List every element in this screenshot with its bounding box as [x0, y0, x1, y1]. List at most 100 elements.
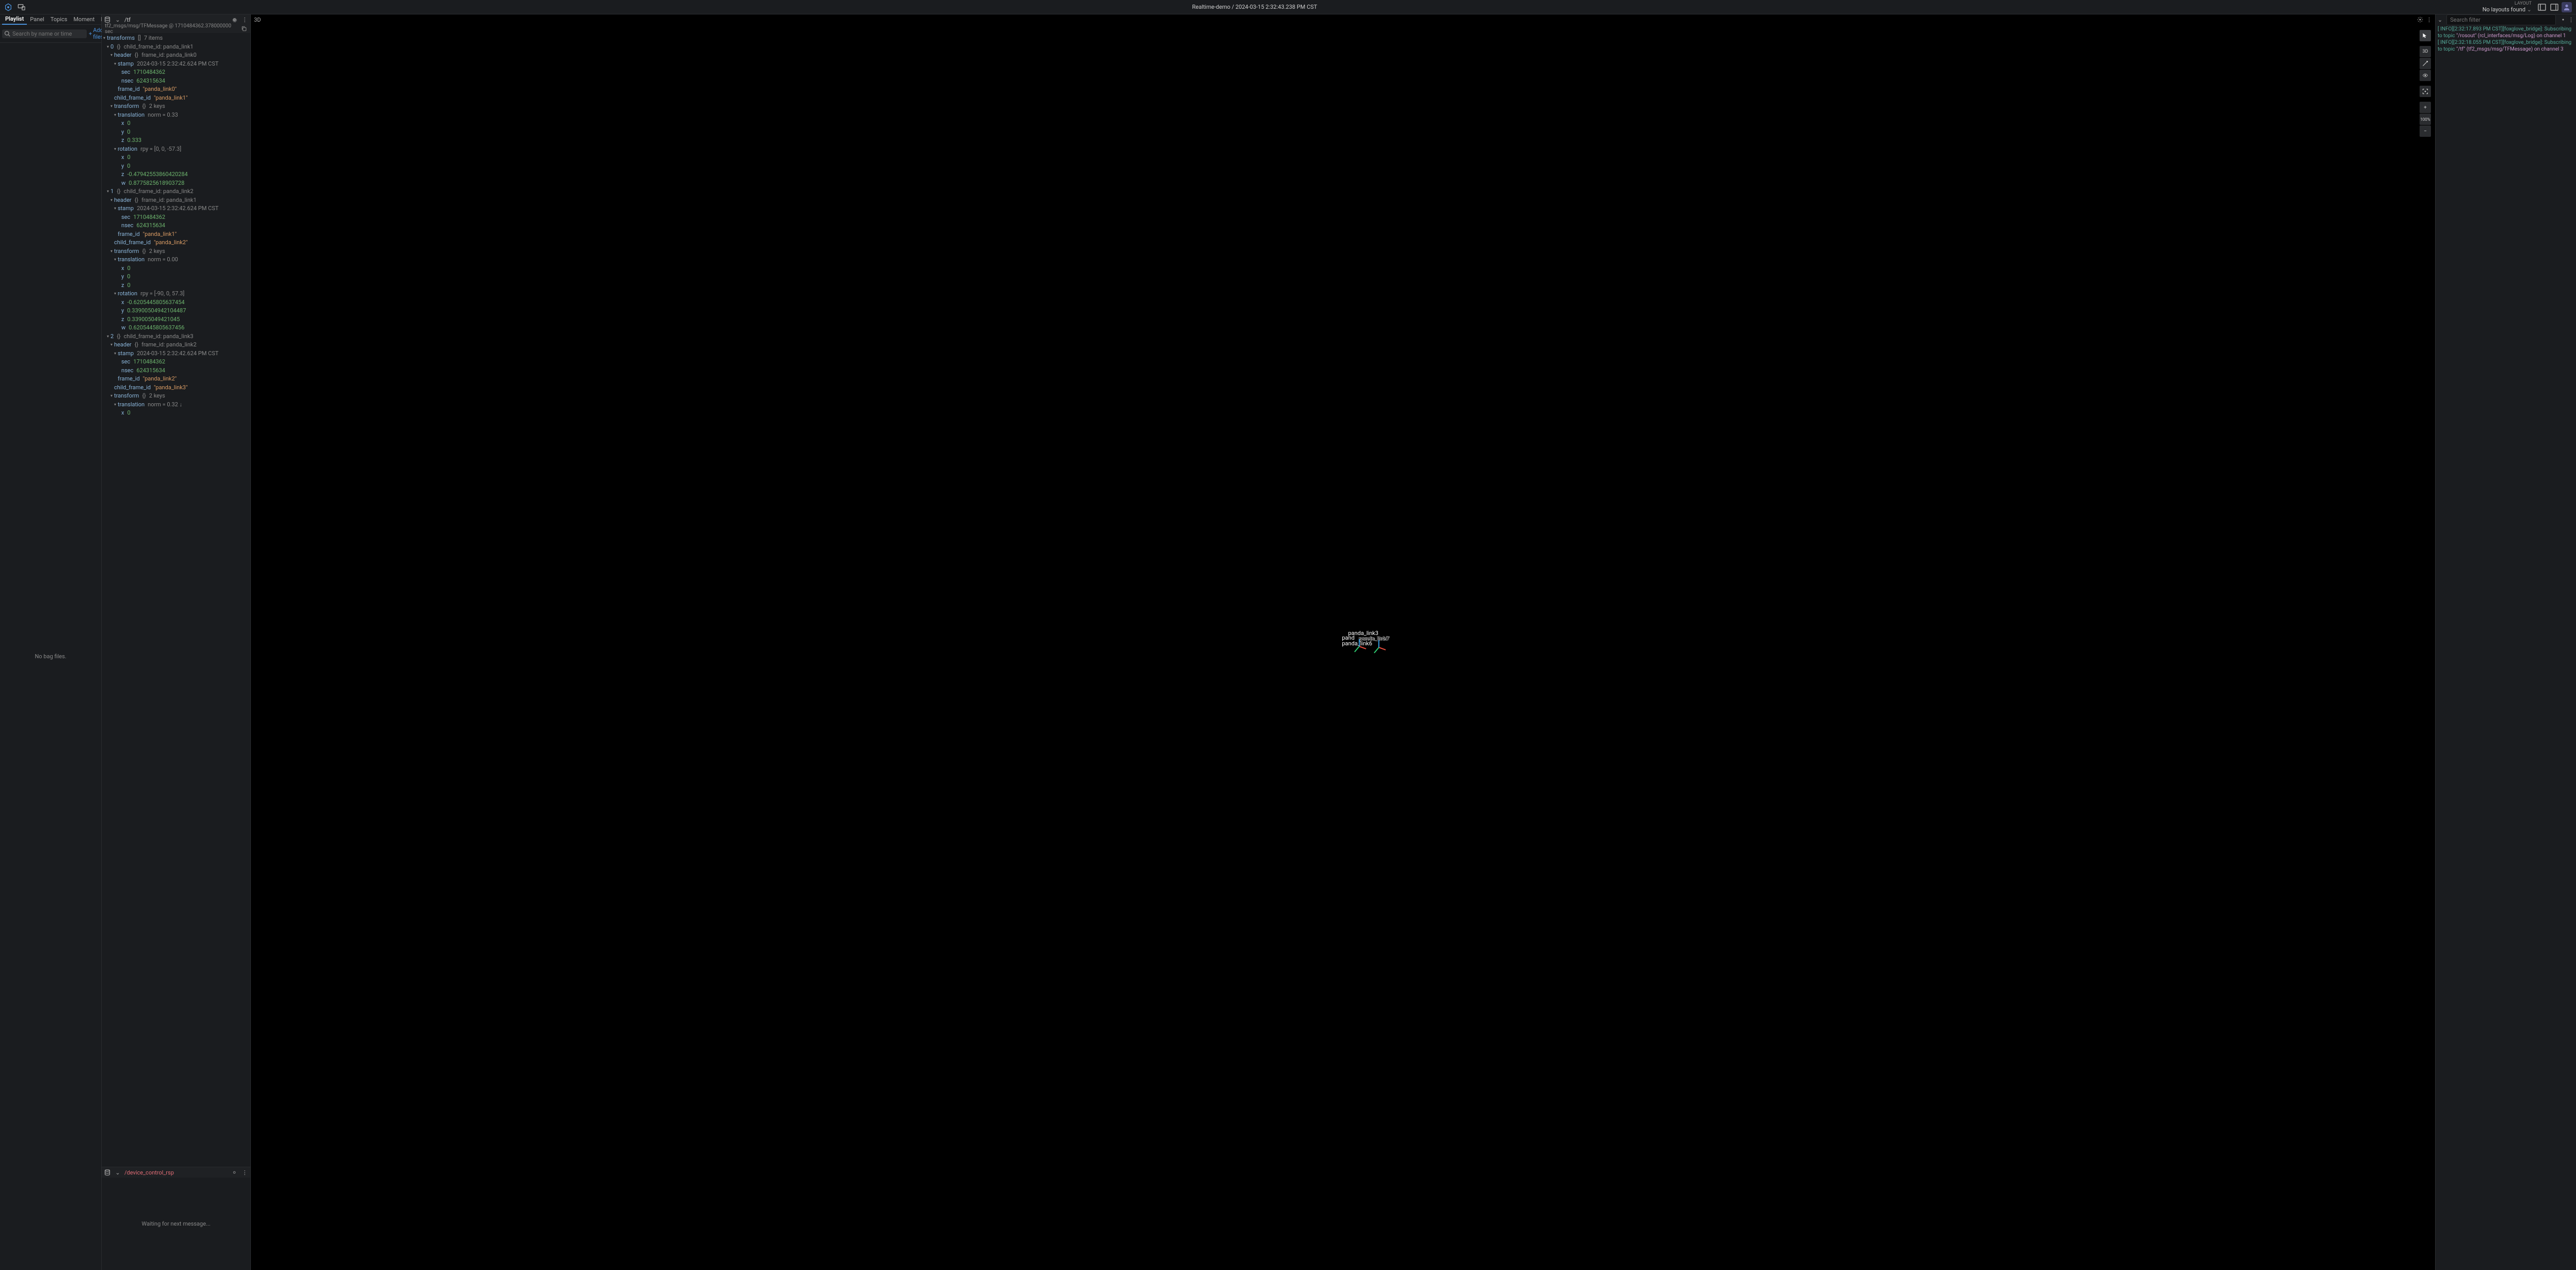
collapse-icon[interactable]: ⌄ [114, 1169, 121, 1176]
tree-row[interactable]: ▾transforms[]7 items [102, 34, 250, 43]
devices-icon[interactable] [17, 2, 27, 12]
tab-topics[interactable]: Topics [47, 14, 71, 24]
cursor-tool[interactable] [2420, 30, 2431, 41]
log-line: [ INFO][2:32:18.055 PM CST][foxglove_bri… [2438, 39, 2574, 53]
tree-row[interactable]: frame_id"panda_link1" [102, 230, 250, 239]
search-input[interactable] [12, 30, 85, 37]
3d-mode-button[interactable]: 3D [2420, 46, 2431, 57]
tree-row[interactable]: ▾transform{}2 keys [102, 392, 250, 401]
plus-icon: + [89, 30, 92, 37]
tree-row[interactable]: nsec624315634 [102, 367, 250, 375]
layout-selector[interactable]: LAYOUT No layouts found ⌄ [2483, 2, 2532, 13]
topic-path[interactable]: /tf [124, 17, 131, 23]
eye-tool[interactable] [2420, 70, 2431, 81]
tree-row[interactable]: x0 [102, 119, 250, 128]
app-logo[interactable] [4, 3, 12, 11]
tree-row[interactable]: ▾0{}child_frame_id: panda_link1 [102, 43, 250, 52]
tree-row[interactable]: frame_id"panda_link2" [102, 375, 250, 384]
tree-row[interactable]: ▾translationnorm = 0.00 [102, 256, 250, 264]
gear-icon[interactable] [231, 16, 238, 23]
user-avatar[interactable] [2562, 2, 2572, 12]
tab-moment[interactable]: Moment [70, 14, 98, 24]
database-icon[interactable] [104, 1169, 111, 1176]
zoom-level[interactable]: 100% [2420, 114, 2431, 125]
tree-row[interactable]: ▾transform{}2 keys [102, 247, 250, 256]
tree-row[interactable]: z-0.47942553860420284 [102, 170, 250, 179]
layout-label: LAYOUT [2515, 2, 2532, 6]
tree-row[interactable]: sec1710484362 [102, 213, 250, 222]
search-input-wrap [2, 29, 87, 38]
tree-row[interactable]: y0.33900504942104487 [102, 307, 250, 315]
tree-row[interactable]: ▾2{}child_frame_id: panda_link3 [102, 332, 250, 341]
tree-row[interactable]: ▾translationnorm = 0.33 [102, 111, 250, 120]
more-icon[interactable]: ⋮ [241, 16, 248, 23]
tree-row[interactable]: x0 [102, 153, 250, 162]
playlist-tabs: Playlist Panel Topics Moment Problems ✕ [0, 14, 101, 25]
tab-panel[interactable]: Panel [27, 14, 47, 24]
tree-row[interactable]: ▾1{}child_frame_id: panda_link2 [102, 187, 250, 196]
database-icon[interactable] [104, 16, 111, 23]
tree-row[interactable]: x0 [102, 264, 250, 273]
zoom-out-button[interactable]: − [2420, 125, 2431, 137]
tree-row[interactable]: w0.8775825618903728 [102, 179, 250, 188]
tree-row[interactable]: frame_id"panda_link0" [102, 85, 250, 94]
log-filter-wrap [2446, 14, 2556, 25]
tree-row[interactable]: child_frame_id"panda_link3" [102, 384, 250, 392]
gear-icon[interactable] [2560, 17, 2566, 23]
layout-left-icon[interactable] [2537, 2, 2547, 12]
raw-tf-panel: ⌄ /tf ⋮ tf2_msgs/msg/TFMessage @ 1710484… [102, 14, 250, 1167]
gear-icon[interactable] [2417, 17, 2423, 23]
tree-row[interactable]: z0.333 [102, 136, 250, 145]
tree-row[interactable]: ▾stamp2024-03-15 2:32:42.624 PM CST [102, 204, 250, 213]
tree-row[interactable]: ▾stamp2024-03-15 2:32:42.624 PM CST [102, 60, 250, 69]
filter-dropdown-icon[interactable]: ⌄ [2438, 17, 2442, 23]
tree-row[interactable]: ▾header{}frame_id: panda_link0 [102, 51, 250, 60]
tree-row[interactable]: nsec624315634 [102, 221, 250, 230]
tree-row[interactable]: child_frame_id"panda_link1" [102, 94, 250, 103]
tree-row[interactable]: z0.33900504942104​5 [102, 315, 250, 324]
collapse-icon[interactable]: ⌄ [114, 16, 121, 23]
gear-icon[interactable] [231, 1169, 238, 1176]
tree-row[interactable]: ▾translationnorm = 0.32 ↓ [102, 401, 250, 409]
log-body[interactable]: [ INFO][2:32:17.893 PM CST][foxglove_bri… [2436, 25, 2576, 1270]
tree-row[interactable]: ▾rotationrpy = [-90, 0, 57.3] [102, 290, 250, 298]
tf-tree[interactable]: ▾transforms[]7 items▾0{}child_frame_id: … [102, 33, 250, 1167]
tree-row[interactable]: nsec624315634 [102, 77, 250, 86]
playlist-empty: No bag files. [0, 43, 101, 1270]
tree-row[interactable]: y0 [102, 162, 250, 171]
layout-right-icon[interactable] [2549, 2, 2559, 12]
copy-icon[interactable] [241, 26, 247, 32]
tree-row[interactable]: ▾transform{}2 keys [102, 102, 250, 111]
chevron-down-icon: ⌄ [2527, 6, 2532, 13]
tree-row[interactable]: child_frame_id"panda_link2" [102, 239, 250, 247]
tree-row[interactable]: ▾header{}frame_id: panda_link2 [102, 341, 250, 350]
topic-path-error[interactable]: /device_control_rsp [124, 1169, 174, 1176]
tree-row[interactable]: ▾rotationrpy = [0, 0, -57.3] [102, 145, 250, 154]
tree-row[interactable]: z0 [102, 281, 250, 290]
tree-row[interactable]: y0 [102, 273, 250, 281]
tree-row[interactable]: x-0.6205445805637454 [102, 298, 250, 307]
more-icon[interactable]: ⋮ [2568, 17, 2574, 23]
tab-playlist[interactable]: Playlist [2, 14, 27, 25]
log-filter-input[interactable] [2450, 17, 2552, 23]
3d-viewport[interactable]: 3D ⋮ 3D + 100% − panda_link3 [251, 14, 2436, 1270]
raw-device-panel: ⌄ /device_control_rsp ⋮ Waiting for next… [102, 1167, 250, 1270]
waiting-message: Waiting for next message... [102, 1178, 250, 1270]
3d-panel-title: 3D [254, 17, 261, 23]
measure-tool[interactable] [2420, 58, 2431, 69]
recenter-tool[interactable] [2420, 86, 2431, 97]
tree-row[interactable]: w0.6205445805637456 [102, 324, 250, 332]
tree-row[interactable]: sec1710484362 [102, 358, 250, 367]
tree-row[interactable]: ▾header{}frame_id: panda_link1 [102, 196, 250, 205]
zoom-in-button[interactable]: + [2420, 102, 2431, 113]
more-icon[interactable]: ⋮ [241, 1169, 248, 1176]
layout-value: No layouts found [2483, 6, 2525, 13]
tree-row[interactable]: ▾stamp2024-03-15 2:32:42.624 PM CST [102, 350, 250, 358]
tree-row[interactable]: x0 [102, 409, 250, 418]
frame-label: pand [1342, 634, 1355, 641]
3d-scene[interactable]: panda_link3 panda_link7 panda_link8 pand… [251, 14, 2435, 1270]
tree-row[interactable]: sec1710484362 [102, 68, 250, 77]
more-icon[interactable]: ⋮ [2426, 17, 2432, 23]
log-line: [ INFO][2:32:17.893 PM CST][foxglove_bri… [2438, 26, 2574, 39]
tree-row[interactable]: y0 [102, 128, 250, 137]
